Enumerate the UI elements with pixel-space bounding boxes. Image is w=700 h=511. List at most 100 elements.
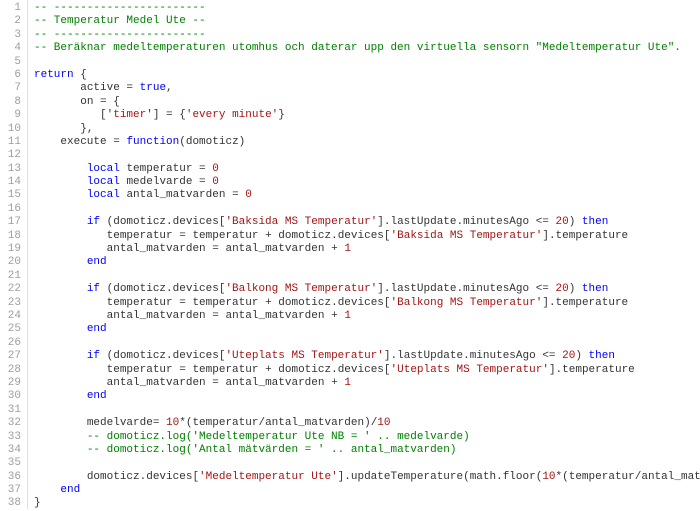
code-content[interactable]: -- ------------------------- Temperatur … bbox=[28, 0, 700, 509]
code-line[interactable]: medelvarde= 10*(temperatur/antal_matvard… bbox=[34, 417, 700, 430]
token-default bbox=[34, 123, 80, 135]
code-line[interactable]: local antal_matvarden = 0 bbox=[34, 189, 700, 202]
token-ident: domoticz.devices bbox=[278, 297, 384, 309]
code-line[interactable] bbox=[34, 404, 700, 417]
token-number: 1 bbox=[344, 310, 351, 322]
code-line[interactable]: end bbox=[34, 484, 700, 497]
line-number: 19 bbox=[0, 243, 21, 256]
code-line[interactable]: antal_matvarden = antal_matvarden + 1 bbox=[34, 243, 700, 256]
token-punc: ]. bbox=[377, 216, 390, 228]
token-punc: <= bbox=[536, 350, 562, 362]
token-punc: + bbox=[258, 230, 278, 242]
token-punc: = bbox=[120, 82, 140, 94]
token-default bbox=[34, 82, 80, 94]
token-number: 1 bbox=[344, 377, 351, 389]
code-line[interactable] bbox=[34, 270, 700, 283]
code-line[interactable]: antal_matvarden = antal_matvarden + 1 bbox=[34, 310, 700, 323]
code-line[interactable] bbox=[34, 56, 700, 69]
token-ident: temperatur bbox=[107, 364, 173, 376]
token-default bbox=[34, 136, 60, 148]
token-ident: temperatur bbox=[569, 471, 635, 483]
code-line[interactable]: } bbox=[34, 497, 700, 509]
token-ident: domoticz.devices bbox=[278, 230, 384, 242]
token-punc: = bbox=[225, 189, 245, 201]
token-punc: ) bbox=[575, 350, 588, 362]
code-line[interactable]: ['timer'] = {'every minute'} bbox=[34, 109, 700, 122]
token-number: 1 bbox=[344, 243, 351, 255]
token-keyword: local bbox=[87, 189, 120, 201]
code-line[interactable]: -- ----------------------- bbox=[34, 2, 700, 15]
token-default: [ bbox=[34, 109, 107, 121]
code-line[interactable]: if (domoticz.devices['Uteplats MS Temper… bbox=[34, 350, 700, 363]
token-keyword: local bbox=[87, 163, 120, 175]
code-line[interactable]: }, bbox=[34, 123, 700, 136]
code-line[interactable] bbox=[34, 149, 700, 162]
token-punc: = { bbox=[93, 96, 119, 108]
token-string: 'Medeltemperatur Ute' bbox=[199, 471, 338, 483]
code-line[interactable]: -- domoticz.log('Medeltemperatur Ute NB … bbox=[34, 431, 700, 444]
token-comment: -- domoticz.log('Medeltemperatur Ute NB … bbox=[87, 431, 470, 443]
token-ident: antal_matvarden bbox=[107, 377, 206, 389]
code-line[interactable] bbox=[34, 457, 700, 470]
code-line[interactable]: -- Beräknar medeltemperaturen utomhus oc… bbox=[34, 42, 700, 55]
token-punc: }, bbox=[80, 123, 93, 135]
token-default bbox=[34, 390, 87, 402]
code-line[interactable]: temperatur = temperatur + domoticz.devic… bbox=[34, 297, 700, 310]
line-number: 6 bbox=[0, 69, 21, 82]
code-line[interactable]: antal_matvarden = antal_matvarden + 1 bbox=[34, 377, 700, 390]
token-default bbox=[34, 163, 87, 175]
code-line[interactable] bbox=[34, 203, 700, 216]
code-line[interactable]: -- ----------------------- bbox=[34, 29, 700, 42]
token-keyword: return bbox=[34, 69, 74, 81]
token-ident: math.floor bbox=[470, 471, 536, 483]
line-number: 22 bbox=[0, 283, 21, 296]
code-line[interactable]: if (domoticz.devices['Balkong MS Tempera… bbox=[34, 283, 700, 296]
code-line[interactable]: active = true, bbox=[34, 82, 700, 95]
token-punc: = bbox=[173, 297, 193, 309]
token-comment: -- Beräknar medeltemperaturen utomhus oc… bbox=[34, 42, 681, 54]
code-line[interactable]: end bbox=[34, 390, 700, 403]
token-ident: execute bbox=[60, 136, 106, 148]
token-punc: ) bbox=[569, 216, 582, 228]
line-number: 10 bbox=[0, 123, 21, 136]
token-default: ( bbox=[100, 216, 113, 228]
line-number: 11 bbox=[0, 136, 21, 149]
line-number: 23 bbox=[0, 297, 21, 310]
line-number: 28 bbox=[0, 364, 21, 377]
token-ident: antal_matvarden bbox=[225, 310, 324, 322]
code-line[interactable]: domoticz.devices['Medeltemperatur Ute'].… bbox=[34, 471, 700, 484]
code-line[interactable]: -- Temperatur Medel Ute -- bbox=[34, 15, 700, 28]
token-punc: ( bbox=[463, 471, 470, 483]
code-line[interactable] bbox=[34, 337, 700, 350]
line-number: 16 bbox=[0, 203, 21, 216]
code-line[interactable]: temperatur = temperatur + domoticz.devic… bbox=[34, 230, 700, 243]
code-line[interactable]: return { bbox=[34, 69, 700, 82]
token-punc: + bbox=[325, 310, 345, 322]
token-ident: antal_matvarden bbox=[641, 471, 700, 483]
token-string: 'Balkong MS Temperatur' bbox=[391, 297, 543, 309]
code-editor[interactable]: 1234567891011121314151617181920212223242… bbox=[0, 0, 700, 509]
code-line[interactable]: on = { bbox=[34, 96, 700, 109]
line-number: 17 bbox=[0, 216, 21, 229]
code-line[interactable]: temperatur = temperatur + domoticz.devic… bbox=[34, 364, 700, 377]
token-punc: = bbox=[192, 163, 212, 175]
token-string: 'Baksida MS Temperatur' bbox=[225, 216, 377, 228]
line-number: 8 bbox=[0, 96, 21, 109]
code-line[interactable]: end bbox=[34, 323, 700, 336]
token-punc: , bbox=[166, 82, 173, 94]
line-number: 34 bbox=[0, 444, 21, 457]
code-line[interactable]: execute = function(domoticz) bbox=[34, 136, 700, 149]
code-line[interactable]: local temperatur = 0 bbox=[34, 163, 700, 176]
code-line[interactable]: -- domoticz.log('Antal mätvärden = ' .. … bbox=[34, 444, 700, 457]
code-line[interactable]: local medelvarde = 0 bbox=[34, 176, 700, 189]
token-ident: domoticz.devices bbox=[113, 216, 219, 228]
token-number: 0 bbox=[212, 176, 219, 188]
token-default bbox=[34, 323, 87, 335]
code-line[interactable]: end bbox=[34, 256, 700, 269]
code-line[interactable]: if (domoticz.devices['Baksida MS Tempera… bbox=[34, 216, 700, 229]
token-ident: lastUpdate.minutesAgo bbox=[390, 283, 529, 295]
token-ident: domoticz bbox=[186, 136, 239, 148]
token-default bbox=[34, 444, 87, 456]
token-keyword: end bbox=[60, 484, 80, 496]
token-default bbox=[34, 484, 60, 496]
